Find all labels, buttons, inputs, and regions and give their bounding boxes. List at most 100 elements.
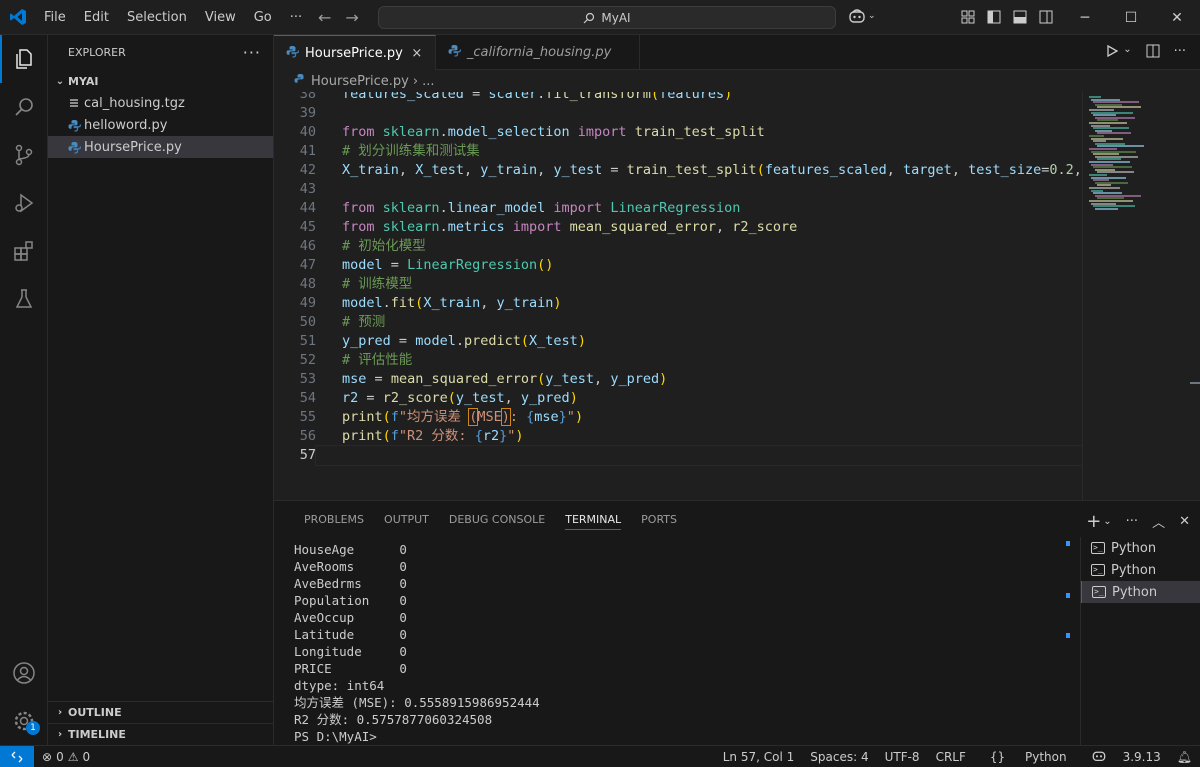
run-debug-icon[interactable] — [0, 179, 48, 227]
language-mode[interactable]: {} Python — [974, 750, 1083, 764]
file-hourseprice-py[interactable]: HoursePrice.py — [48, 136, 273, 158]
copilot-button[interactable]: ⌄ — [848, 8, 876, 24]
code-line[interactable]: 39 — [274, 104, 1082, 123]
panel-more-actions[interactable]: ··· — [1126, 514, 1138, 529]
editor-more-actions[interactable]: ··· — [1174, 44, 1186, 62]
outline-section[interactable]: › OUTLINE — [48, 701, 274, 723]
code-line[interactable]: 46 # 初始化模型 — [274, 237, 1082, 256]
line-number: 52 — [299, 352, 316, 368]
code-line[interactable]: 44 from sklearn.linear_model import Linea… — [274, 199, 1082, 218]
back-arrow-icon[interactable]: ← — [318, 8, 331, 27]
code-line[interactable]: 45 from sklearn.metrics import mean_squar… — [274, 218, 1082, 237]
code-line[interactable]: 43 — [274, 180, 1082, 199]
copilot-icon — [849, 9, 865, 23]
menu-more[interactable]: ··· — [281, 0, 311, 35]
code-line[interactable]: 51 y_pred = model.predict(X_test) — [274, 332, 1082, 351]
close-icon[interactable]: × — [409, 46, 425, 61]
update-badge: 1 — [26, 721, 40, 735]
breadcrumb-symbol[interactable]: ... — [422, 74, 434, 89]
terminal-instance-1[interactable]: >_ Python — [1081, 537, 1200, 559]
file-helloword-py[interactable]: helloword.py — [48, 114, 273, 136]
search-icon[interactable] — [0, 83, 48, 131]
testing-flask-icon[interactable] — [0, 275, 48, 323]
code-line[interactable]: 49 model.fit(X_train, y_train) — [274, 294, 1082, 313]
remote-indicator-icon[interactable] — [0, 745, 34, 767]
code-line[interactable]: 42 X_train, X_test, y_train, y_test = tra… — [274, 161, 1082, 180]
source-control-icon[interactable] — [0, 131, 48, 179]
tab-california-housing-py[interactable]: _california_housing.py — [436, 35, 641, 70]
toggle-secondary-sidebar-icon[interactable] — [1038, 9, 1054, 25]
terminal-scrollbar[interactable] — [1064, 539, 1070, 744]
code-line[interactable]: 40 from sklearn.model_selection import tr… — [274, 123, 1082, 142]
minimize-icon[interactable]: ─ — [1062, 0, 1108, 35]
toggle-primary-sidebar-icon[interactable] — [986, 9, 1002, 25]
code-line[interactable]: 55 print(f"均方误差 (MSE): {mse}") — [274, 408, 1082, 427]
tab-ports[interactable]: PORTS — [631, 501, 687, 537]
line-code: print(f"R2 分数: {r2}") — [342, 428, 524, 444]
minimap[interactable] — [1082, 92, 1188, 500]
breadcrumb-file[interactable]: HoursePrice.py — [311, 74, 409, 89]
cursor-position[interactable]: Ln 57, Col 1 — [715, 750, 803, 764]
customize-layout-icon[interactable] — [960, 9, 976, 25]
code-line[interactable]: 48 # 训练模型 — [274, 275, 1082, 294]
run-python-file-icon[interactable] — [1105, 44, 1119, 62]
extensions-icon[interactable] — [0, 227, 48, 275]
command-center-search[interactable]: MyAI — [378, 6, 836, 29]
maximize-icon[interactable]: ☐ — [1108, 0, 1154, 35]
code-line[interactable]: 52 # 评估性能 — [274, 351, 1082, 370]
accounts-icon[interactable] — [0, 649, 48, 697]
line-code: # 预测 — [342, 314, 386, 330]
code-line[interactable]: 47 model = LinearRegression() — [274, 256, 1082, 275]
copilot-status-icon[interactable] — [1083, 749, 1115, 765]
timeline-section[interactable]: › TIMELINE — [48, 723, 274, 745]
explorer-more-actions[interactable]: ··· — [243, 43, 261, 62]
code-lines[interactable]: 38 features_scaled = scaler.fit_transform… — [274, 92, 1083, 466]
braces-icon: {} — [989, 750, 1006, 764]
editor-tabs: HoursePrice.py × _california_housing.py … — [274, 35, 1200, 70]
close-panel-icon[interactable]: ✕ — [1179, 514, 1190, 529]
menu-view[interactable]: View — [196, 0, 245, 35]
code-line[interactable]: 54 r2 = r2_score(y_test, y_pred) — [274, 389, 1082, 408]
menu-selection[interactable]: Selection — [118, 0, 196, 35]
tab-problems[interactable]: PROBLEMS — [294, 501, 374, 537]
python-file-icon — [66, 139, 82, 155]
tab-output[interactable]: OUTPUT — [374, 501, 439, 537]
forward-arrow-icon[interactable]: → — [345, 8, 358, 27]
indentation[interactable]: Spaces: 4 — [802, 750, 876, 764]
toggle-panel-icon[interactable] — [1012, 9, 1028, 25]
chevron-down-icon[interactable]: ⌄ — [1103, 516, 1111, 527]
problems-status[interactable]: ⊗ 0 ⚠ 0 — [34, 750, 90, 764]
tab-terminal[interactable]: TERMINAL — [555, 501, 631, 537]
menu-file[interactable]: File — [35, 0, 75, 35]
notifications-bell-icon[interactable]: 🔔︎ — [1169, 750, 1200, 764]
terminal-instance-2[interactable]: >_ Python — [1081, 559, 1200, 581]
code-line[interactable]: 41 # 划分训练集和测试集 — [274, 142, 1082, 161]
close-window-icon[interactable]: ✕ — [1154, 0, 1200, 35]
folder-myai[interactable]: ⌄ MYAI — [48, 70, 273, 92]
end-of-line[interactable]: CRLF — [928, 750, 974, 764]
editor-scrollbar[interactable] — [1188, 92, 1200, 500]
menu-edit[interactable]: Edit — [75, 0, 118, 35]
file-cal-housing-tgz[interactable]: cal_housing.tgz — [48, 92, 273, 114]
maximize-panel-icon[interactable]: ︿ — [1152, 512, 1165, 531]
explorer-icon[interactable] — [0, 35, 48, 83]
terminal-instance-3[interactable]: >_ Python — [1081, 581, 1200, 603]
tab-debug-console[interactable]: DEBUG CONSOLE — [439, 501, 555, 537]
python-interpreter[interactable]: 3.9.13 — [1115, 750, 1169, 764]
encoding[interactable]: UTF-8 — [877, 750, 928, 764]
line-code: # 评估性能 — [342, 352, 413, 368]
code-line[interactable]: 56 print(f"R2 分数: {r2}") — [274, 427, 1082, 446]
code-line[interactable]: 50 # 预测 — [274, 313, 1082, 332]
chevron-down-icon: ⌄ — [55, 75, 65, 87]
new-terminal-icon[interactable]: + — [1086, 511, 1101, 532]
code-editor[interactable]: 38 features_scaled = scaler.fit_transform… — [274, 92, 1200, 500]
manage-gear-icon[interactable]: 1 — [0, 697, 48, 745]
code-line[interactable]: 53 mse = mean_squared_error(y_test, y_pre… — [274, 370, 1082, 389]
menu-go[interactable]: Go — [245, 0, 281, 35]
tab-hourseprice-py[interactable]: HoursePrice.py × — [274, 35, 436, 70]
code-line[interactable]: 57 — [274, 445, 1083, 466]
code-line[interactable]: 38 features_scaled = scaler.fit_transform… — [274, 92, 1082, 104]
split-editor-icon[interactable] — [1146, 44, 1160, 62]
chevron-down-icon[interactable]: ⌄ — [1123, 44, 1131, 62]
terminal-output[interactable]: HouseAge 0 AveRooms 0 AveBedrms 0 Populatio… — [294, 541, 1064, 746]
